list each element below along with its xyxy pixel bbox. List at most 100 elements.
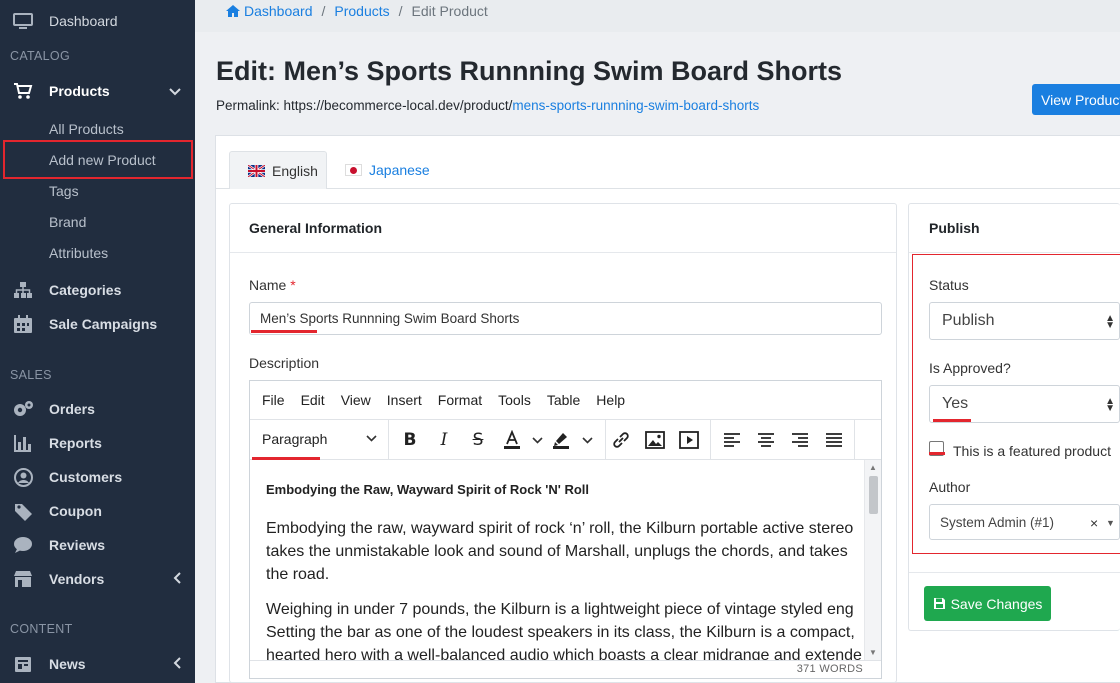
editor-content[interactable]: Embodying the Raw, Wayward Spirit of Roc… (250, 460, 864, 660)
editor-paragraph: Weighing in under 7 pounds, the Kilburn … (266, 598, 864, 660)
italic-icon[interactable]: I (433, 429, 455, 451)
link-icon[interactable] (610, 429, 632, 451)
block-format-select[interactable]: Paragraph (262, 431, 327, 447)
chevron-down-icon[interactable] (576, 429, 598, 451)
tag-icon (12, 502, 34, 521)
clear-selection-icon[interactable]: × (1090, 515, 1098, 531)
status-select-value: Publish (942, 312, 995, 329)
save-changes-button[interactable]: Save Changes (924, 586, 1051, 621)
align-right-icon[interactable] (789, 429, 811, 451)
description-label: Description (249, 355, 320, 371)
tab-label: English (272, 162, 318, 179)
tab-english[interactable]: English (229, 151, 327, 189)
sidebar-item-customers[interactable]: Customers (0, 460, 195, 494)
sidebar-subitem-attributes[interactable]: Attributes (49, 239, 108, 267)
editor-text-line: Setting the bar as one of the loudest sp… (266, 624, 855, 641)
align-justify-icon[interactable] (823, 429, 845, 451)
scrollbar-thumb[interactable] (869, 476, 878, 514)
uk-flag-icon (248, 164, 265, 177)
tab-label: Japanese (369, 162, 430, 178)
product-name-input[interactable]: Men’s Sports Runnning Swim Board Shorts (249, 302, 882, 335)
breadcrumb: Dashboard / Products / Edit Product (226, 3, 488, 19)
editor-toolbar: Paragraph B I S (250, 420, 881, 460)
rich-text-editor: File Edit View Insert Format Tools Table… (249, 380, 882, 679)
sidebar-item-label: Customers (49, 469, 123, 485)
scroll-down-arrow-icon[interactable]: ▼ (869, 648, 877, 657)
general-information-title: General Information (249, 220, 383, 236)
panel-divider (909, 572, 1120, 573)
publish-title: Publish (929, 220, 980, 236)
editor-scrollbar[interactable]: ▲ ▼ (864, 460, 881, 660)
is-approved-select[interactable]: Yes ▲ ▼ (929, 385, 1120, 423)
editor-text-line: hearted hero with a well-balanced audio … (266, 647, 862, 660)
highlight-color-icon[interactable] (550, 429, 572, 451)
breadcrumb-link-products[interactable]: Products (334, 3, 389, 19)
chevron-down-icon[interactable] (526, 429, 548, 451)
media-icon[interactable] (678, 429, 700, 451)
status-label: Status (929, 277, 969, 293)
sidebar-item-reports[interactable]: Reports (0, 426, 195, 460)
sidebar-item-reviews[interactable]: Reviews (0, 528, 195, 562)
view-product-button[interactable]: View Product (1032, 84, 1120, 115)
name-label: Name * (249, 277, 296, 293)
sidebar-item-news[interactable]: News (0, 647, 195, 681)
breadcrumb-link-dashboard[interactable]: Dashboard (244, 3, 313, 19)
sidebar-subitem-brand[interactable]: Brand (49, 208, 86, 236)
section-heading-catalog: CATALOG (10, 49, 70, 63)
menu-tools[interactable]: Tools (498, 392, 531, 408)
sidebar-item-sale-campaigns[interactable]: Sale Campaigns (0, 307, 195, 341)
name-label-text: Name (249, 277, 287, 293)
sidebar-subitem-tags[interactable]: Tags (49, 177, 79, 205)
sidebar-item-orders[interactable]: Orders (0, 392, 195, 426)
menu-edit[interactable]: Edit (301, 392, 325, 408)
chevron-left-icon (173, 571, 181, 587)
highlight-underline (929, 452, 945, 455)
scroll-up-arrow-icon[interactable]: ▲ (869, 463, 877, 472)
permalink-label: Permalink: https://becommerce-local.dev/… (216, 98, 513, 113)
page-title: Edit: Men’s Sports Runnning Swim Board S… (216, 56, 843, 86)
is-approved-select-value: Yes (942, 395, 969, 412)
strikethrough-icon[interactable]: S (467, 429, 489, 451)
sidebar-item-categories[interactable]: Categories (0, 273, 195, 307)
cart-icon (12, 82, 34, 100)
breadcrumb-current: Edit Product (411, 3, 488, 19)
menu-file[interactable]: File (262, 392, 285, 408)
required-marker: * (290, 277, 296, 293)
editor-text-line: Embodying the raw, wayward spirit of roc… (266, 520, 854, 537)
menu-format[interactable]: Format (438, 392, 482, 408)
menu-help[interactable]: Help (596, 392, 625, 408)
align-center-icon[interactable] (755, 429, 777, 451)
text-color-icon[interactable] (501, 429, 523, 451)
sidebar-subitem-all-products[interactable]: All Products (49, 115, 124, 143)
sidebar-item-coupon[interactable]: Coupon (0, 494, 195, 528)
permalink-slug-link[interactable]: mens-sports-runnning-swim-board-shorts (512, 98, 759, 113)
image-icon[interactable] (644, 429, 666, 451)
panel-divider (230, 252, 896, 253)
bold-icon[interactable]: B (399, 429, 421, 451)
sidebar-item-label: Categories (49, 282, 122, 298)
chevron-down-icon[interactable] (366, 431, 377, 445)
status-select[interactable]: Publish ▲ ▼ (929, 302, 1120, 340)
sidebar-item-products[interactable]: Products (0, 74, 195, 108)
sidebar-item-label: Products (49, 83, 110, 99)
save-changes-label: Save Changes (950, 595, 1043, 612)
dropdown-arrow-icon[interactable]: ▼ (1106, 518, 1115, 528)
sidebar-item-dashboard[interactable]: Dashboard (0, 4, 195, 38)
menu-view[interactable]: View (341, 392, 371, 408)
select-arrows-icon: ▲ ▼ (1105, 396, 1115, 414)
menu-table[interactable]: Table (547, 392, 580, 408)
editor-text-line: takes the unmistakable look and sound of… (266, 543, 848, 560)
align-left-icon[interactable] (721, 429, 743, 451)
sidebar-item-label: News (49, 656, 86, 672)
sidebar-item-label: Reviews (49, 537, 106, 553)
japan-flag-icon (345, 164, 362, 176)
sidebar: Dashboard CATALOG Products All Products … (0, 0, 195, 683)
menu-insert[interactable]: Insert (387, 392, 422, 408)
toolbar-separator (710, 420, 711, 459)
tab-japanese[interactable]: Japanese (345, 151, 430, 189)
author-select[interactable]: System Admin (#1) × ▼ (929, 504, 1120, 540)
cogs-icon (12, 400, 34, 418)
chevron-left-icon (173, 656, 181, 672)
sidebar-item-vendors[interactable]: Vendors (0, 562, 195, 596)
editor-menubar: File Edit View Insert Format Tools Table… (250, 381, 881, 420)
